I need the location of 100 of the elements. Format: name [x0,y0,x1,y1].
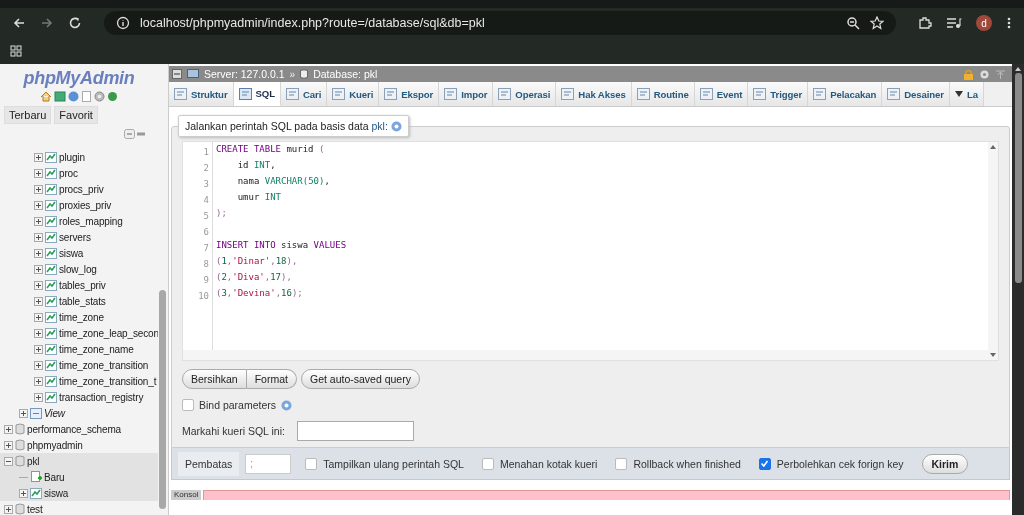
back-icon[interactable] [12,16,26,30]
expand-icon[interactable] [34,376,43,386]
tab[interactable]: Ekspor [379,82,440,106]
editor-button[interactable]: Bersihkan [182,369,247,389]
tree-item[interactable]: table_stats [59,295,106,307]
expand-icon[interactable] [4,424,13,434]
tree-item[interactable]: tables_priv [59,279,106,291]
expand-icon[interactable] [34,168,43,178]
star-icon[interactable] [870,16,884,30]
scrollbar[interactable] [183,350,988,360]
tab[interactable]: Trigger [748,82,809,106]
table-icon[interactable] [45,231,57,243]
expand-icon[interactable] [34,312,43,322]
tree-item[interactable]: proc [59,167,78,179]
tab[interactable]: Cari [280,82,328,106]
sidebar-tab-button[interactable]: Terbaru [4,106,52,124]
table-icon[interactable] [45,391,57,403]
expand-icon[interactable] [34,296,43,306]
tree-item[interactable]: siswa [59,247,84,259]
tree-node[interactable]: performance_schema [0,421,158,437]
table-icon[interactable] [45,263,57,275]
scroll-up-icon[interactable] [990,145,996,149]
document-icon[interactable] [81,91,92,102]
collapse-icon[interactable] [172,69,182,79]
autosave-button[interactable]: Get auto-saved query [300,369,420,389]
help-icon[interactable] [390,120,402,132]
home-icon[interactable] [40,91,52,102]
table-icon[interactable] [45,327,57,339]
table-icon[interactable] [45,151,57,163]
tree-item[interactable]: phpmyadmin [27,439,83,451]
expand-icon[interactable] [34,392,43,402]
bookmark-field[interactable] [296,421,414,441]
expand-icon[interactable] [34,200,43,210]
table-icon[interactable] [45,183,57,195]
settings-icon[interactable] [979,68,990,80]
tab[interactable]: Struktur [169,82,234,106]
tree-item[interactable]: pkl [27,455,40,467]
expand-icon[interactable] [34,152,43,162]
table-icon[interactable] [45,375,57,387]
extensions-icon[interactable] [918,16,932,30]
help-icon[interactable] [68,91,79,102]
app-logo[interactable]: phpMyAdmin [23,68,135,89]
expand-icon[interactable] [34,360,43,370]
tab[interactable]: Pelacakan [808,82,883,106]
expand-icon[interactable] [34,216,43,226]
tree-item[interactable]: test [27,503,43,515]
checkbox[interactable] [615,457,628,470]
tree-node[interactable]: phpmyadmin [0,437,158,453]
settings-icon[interactable] [94,91,105,102]
tab[interactable]: Kueri [327,82,380,106]
sidebar-tab-button[interactable]: Favorit [54,106,98,124]
editor-button[interactable]: Format [246,369,297,389]
tree-item[interactable]: time_zone [59,311,104,323]
tree-item[interactable]: siswa [44,487,69,499]
checkbox[interactable] [182,399,194,411]
tree-item[interactable]: transaction_registry [59,391,144,403]
new-table-icon[interactable] [30,471,42,483]
menu-icon[interactable] [1006,16,1012,30]
tab[interactable]: SQL [233,82,281,106]
tree-item[interactable]: time_zone_leap_secon [59,327,158,339]
console-tab[interactable]: Konsol [171,490,202,500]
scroll-up-icon[interactable] [1015,67,1021,71]
table-icon[interactable] [45,279,57,291]
tree-item[interactable]: time_zone_transition [59,359,149,371]
view-icon[interactable] [30,407,42,419]
zoom-icon[interactable] [846,16,860,30]
help-icon[interactable] [281,399,293,411]
tree-item[interactable]: slow_log [59,263,97,275]
table-icon[interactable] [45,247,57,259]
tab[interactable]: Hak Akses [556,82,632,106]
expand-icon[interactable] [34,232,43,242]
collapse-all-icon[interactable] [124,129,146,139]
expand-icon[interactable] [34,280,43,290]
expand-icon[interactable] [19,408,28,418]
scroll-down-icon[interactable] [990,353,996,357]
collapse-icon[interactable] [4,456,13,466]
table-icon[interactable] [45,295,57,307]
sql-editor[interactable]: 1 2 3 4 5 6 7 8 9 10 CREATE TABLE murid ( id INT, nama VARCHAR(50), umur INT ); INSERT INTO siswa VALUES (1,'Dinar',18), (2,'Diva',17), (3,'Devina',16); [182,141,999,361]
table-icon[interactable] [45,359,57,371]
checkbox[interactable] [305,457,318,470]
expand-icon[interactable] [34,184,43,194]
checkbox[interactable] [758,457,771,470]
table-icon[interactable] [45,343,57,355]
database-link[interactable]: pkl: [371,120,388,132]
expand-icon[interactable] [34,328,43,338]
tree-item[interactable]: time_zone_transition_t [59,375,157,387]
expand-icon[interactable] [4,440,13,450]
apps-icon[interactable] [10,45,22,57]
table-icon[interactable] [30,487,42,499]
tree-item[interactable]: performance_schema [27,423,121,435]
expand-icon[interactable] [34,344,43,354]
scrollbar[interactable] [1012,64,1024,515]
table-icon[interactable] [45,199,57,211]
checkbox[interactable] [481,457,494,470]
lock-icon[interactable] [963,68,974,80]
tree-item[interactable]: Baru [44,471,65,483]
table-icon[interactable] [45,215,57,227]
media-list-icon[interactable] [946,16,962,30]
expand-icon[interactable] [4,504,13,514]
table-icon[interactable] [45,167,57,179]
